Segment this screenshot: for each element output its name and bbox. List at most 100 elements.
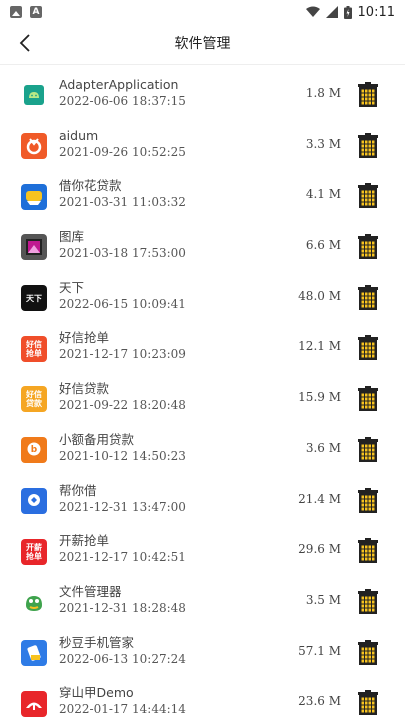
app-list-item[interactable]: 好信抢单 好信抢单 2021-12-17 10:23:09 12.1 M [0,323,405,374]
app-install-date: 2021-09-26 10:52:25 [59,144,186,159]
uninstall-trash-icon[interactable] [357,588,379,614]
page-title: 软件管理 [174,36,231,52]
app-list-item[interactable]: 帮你借 2021-12-31 13:47:00 21.4 M [0,476,405,527]
app-size: 57.1 M [298,643,341,658]
app-install-date: 2021-12-31 13:47:00 [59,499,186,514]
app-install-date: 2021-03-18 17:53:00 [59,246,186,261]
app-icon-glyph: 天下 [26,293,42,303]
android-icon [21,82,47,109]
app-size: 15.9 M [298,390,341,405]
app-name: 图库 [59,229,85,245]
app-list-item[interactable]: 文件管理器 2021-12-31 18:28:48 3.5 M [0,577,405,628]
app-size: 21.4 M [298,491,341,506]
app-install-date: 2021-12-31 18:28:48 [59,600,186,615]
app-size: 23.6 M [298,694,341,709]
app-install-date: 2021-03-31 11:03:32 [59,195,186,210]
uninstall-trash-icon[interactable] [357,639,379,665]
clock: 10:11 [357,4,395,20]
app-name: 穿山甲Demo [59,685,134,701]
app-info: 开薪抢单 2021-12-17 10:42:51 [59,532,186,566]
miaodou-icon [21,639,47,666]
status-bar: A 10:11 [0,0,405,24]
app-name: 好信抢单 [59,330,110,346]
app-list-item[interactable]: aidum 2021-09-26 10:52:25 3.3 M [0,121,405,172]
app-list: AdapterApplication 2022-06-06 18:37:15 1.8… [0,70,405,720]
app-install-date: 2021-12-17 10:42:51 [59,550,186,565]
app-name: 好信贷款 [59,381,110,397]
app-info: 文件管理器 2021-12-31 18:28:48 [59,583,186,617]
app-info: 帮你借 2021-12-31 13:47:00 [59,482,186,516]
app-name: 秒豆手机管家 [59,634,135,650]
gallery-icon [21,234,47,261]
uninstall-trash-icon[interactable] [357,234,379,260]
app-info: aidum 2021-09-26 10:52:25 [59,127,186,161]
tianxia-icon: 天下 [21,285,47,312]
app-install-date: 2022-01-17 14:44:14 [59,702,186,717]
app-name: 帮你借 [59,482,97,498]
uninstall-trash-icon[interactable] [357,284,379,310]
uninstall-trash-icon[interactable] [357,132,379,158]
uninstall-trash-icon[interactable] [357,487,379,513]
app-install-date: 2021-10-12 14:50:23 [59,448,186,463]
app-info: 图库 2021-03-18 17:53:00 [59,228,186,262]
app-name: 借你花贷款 [59,178,122,194]
app-list-item[interactable]: 天下 天下 2022-06-15 10:09:41 48.0 M [0,273,405,324]
app-name: aidum [59,127,99,143]
app-list-item[interactable]: 好信贷款 好信贷款 2021-09-22 18:20:48 15.9 M [0,374,405,425]
app-install-date: 2021-09-22 18:20:48 [59,398,186,413]
app-info: 好信贷款 2021-09-22 18:20:48 [59,380,186,414]
uninstall-trash-icon[interactable] [357,335,379,361]
uninstall-trash-icon[interactable] [357,82,379,107]
uninstall-trash-icon[interactable] [357,183,379,209]
app-icon-glyph: 好信抢单 [26,339,42,358]
app-icon-glyph: 好信贷款 [26,390,42,409]
app-name: 文件管理器 [59,583,122,599]
app-install-date: 2021-12-17 10:23:09 [59,347,186,362]
uninstall-trash-icon[interactable] [357,436,379,462]
app-list-item[interactable]: 图库 2021-03-18 17:53:00 6.6 M [0,222,405,273]
app-info: 借你花贷款 2021-03-31 11:03:32 [59,177,186,211]
app-size: 3.5 M [305,592,341,607]
uninstall-trash-icon[interactable] [357,690,379,716]
app-size: 4.1 M [305,187,341,202]
app-name: 开薪抢单 [59,533,110,549]
jienihua-icon [21,183,47,210]
app-name: AdapterApplication [59,77,179,92]
back-button[interactable] [10,28,40,58]
app-list-item[interactable]: 秒豆手机管家 2022-06-13 10:27:24 57.1 M [0,628,405,679]
app-install-date: 2022-06-13 10:27:24 [59,651,186,666]
app-size: 12.1 M [298,339,341,354]
app-list-item[interactable]: 借你花贷款 2021-03-31 11:03:32 4.1 M [0,171,405,222]
app-notification-icon: A [30,6,42,18]
app-name: 天下 [59,279,85,295]
app-size: 3.6 M [305,440,341,455]
uninstall-trash-icon[interactable] [357,538,379,564]
app-install-date: 2022-06-06 18:37:15 [59,94,186,108]
signal-icon [325,6,338,18]
svg-text:b: b [31,445,38,455]
kaixin-icon: 开薪抢单 [21,538,47,565]
app-list-item[interactable]: 开薪抢单 开薪抢单 2021-12-17 10:42:51 29.6 M [0,526,405,577]
chevron-left-icon [19,34,30,52]
aidum-icon [21,133,47,160]
app-list-item[interactable]: AdapterApplication 2022-06-06 18:37:15 1.8… [0,70,405,121]
app-install-date: 2022-06-15 10:09:41 [59,296,186,311]
app-size: 29.6 M [298,542,341,557]
app-size: 1.8 M [305,86,341,100]
header-divider [0,64,405,65]
app-list-item[interactable]: b 小额备用贷款 2021-10-12 14:50:23 3.6 M [0,425,405,476]
battery-icon [343,5,352,19]
app-size: 6.6 M [305,238,341,253]
app-name: 小额备用贷款 [59,431,135,447]
app-info: AdapterApplication 2022-06-06 18:37:15 [59,76,186,110]
haoxin-qiangdan-icon: 好信抢单 [21,335,47,362]
app-size: 3.3 M [305,136,341,151]
app-info: 天下 2022-06-15 10:09:41 [59,279,186,313]
app-list-item[interactable]: 穿山甲Demo 2022-01-17 14:44:14 23.6 M [0,678,405,720]
app-header: 软件管理 [0,24,405,62]
haoxin-daikuan-icon: 好信贷款 [21,386,47,413]
chuanshanjia-icon [21,690,47,717]
bangnijie-icon [21,487,47,514]
uninstall-trash-icon[interactable] [357,386,379,412]
image-notification-icon [10,6,22,18]
